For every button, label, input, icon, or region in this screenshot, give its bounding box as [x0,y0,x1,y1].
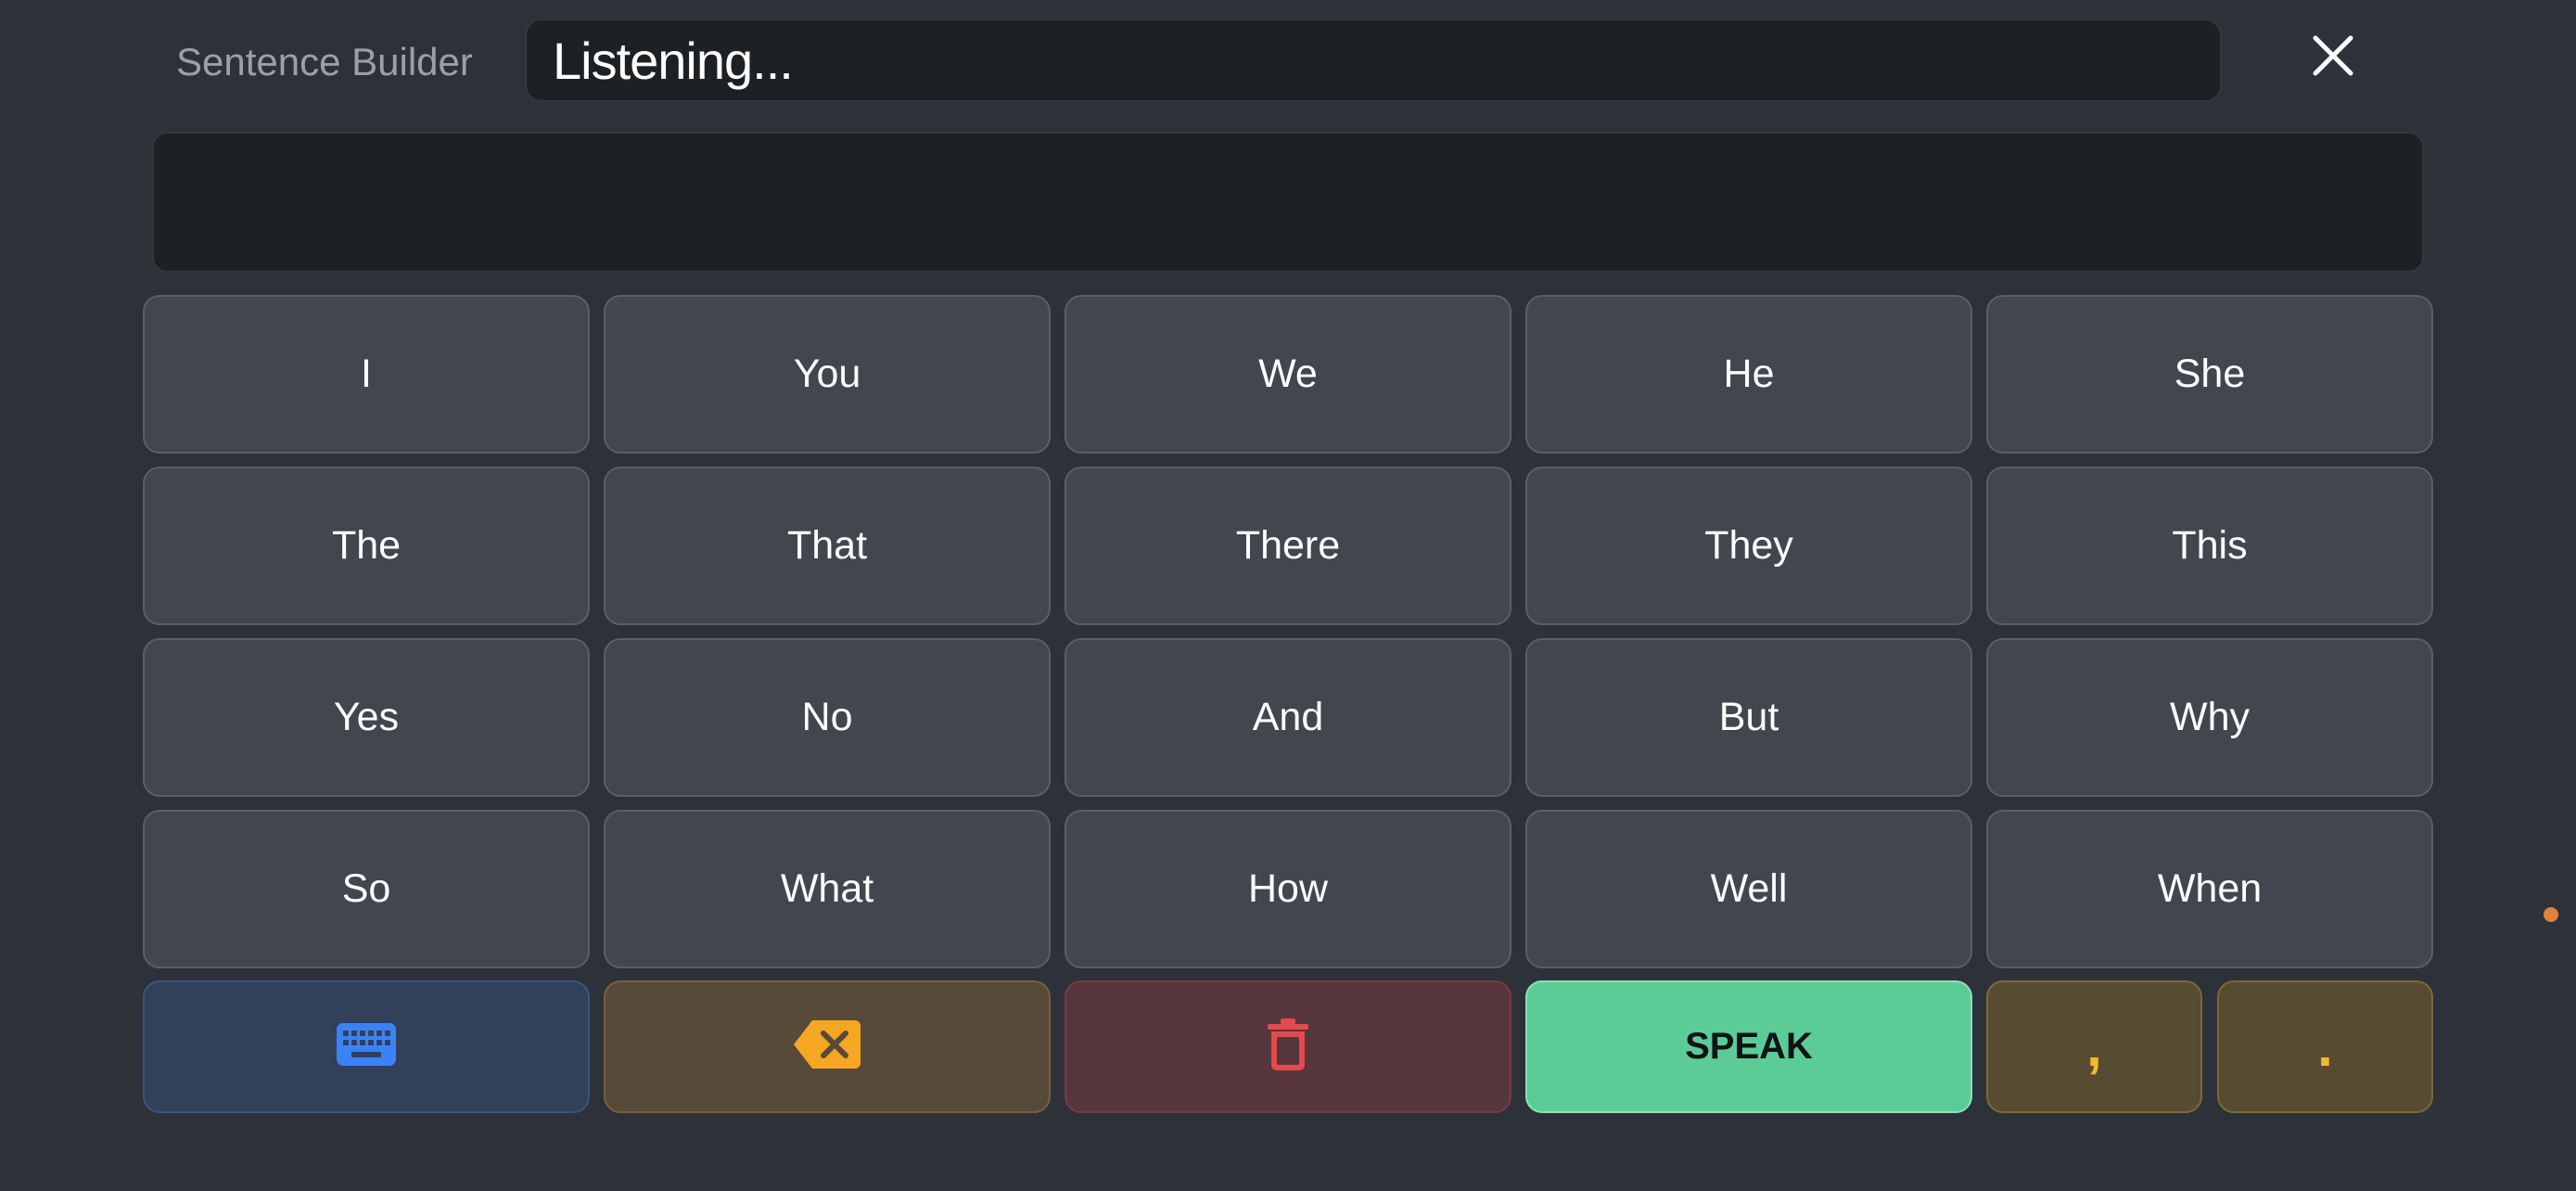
word-button[interactable]: I [143,295,590,454]
word-button[interactable]: You [604,295,1051,454]
edge-indicator-dot [2544,907,2558,922]
word-button[interactable]: Well [1525,810,1972,968]
keyboard-button[interactable] [143,980,590,1113]
trash-icon [1268,1018,1308,1075]
app-title: Sentence Builder [176,40,473,83]
word-button[interactable]: They [1525,467,1972,625]
comma-button[interactable]: , [1986,980,2202,1113]
word-button[interactable]: But [1525,638,1972,797]
word-button[interactable]: How [1065,810,1511,968]
word-button[interactable]: So [143,810,590,968]
word-button[interactable]: This [1986,467,2433,625]
close-icon [2311,33,2355,83]
sentence-display [152,132,2424,273]
close-button[interactable] [2303,28,2363,87]
word-button[interactable]: Yes [143,638,590,797]
word-button[interactable]: And [1065,638,1511,797]
status-bar: Listening... [525,19,2222,102]
keyboard-icon [337,1023,396,1070]
backspace-icon [792,1018,862,1075]
word-button[interactable]: No [604,638,1051,797]
word-button[interactable]: She [1986,295,2433,454]
word-button[interactable]: We [1065,295,1511,454]
backspace-button[interactable] [604,980,1051,1113]
period-button[interactable]: . [2217,980,2433,1113]
speak-button[interactable]: SPEAK [1525,980,1972,1113]
word-button[interactable]: What [604,810,1051,968]
word-button[interactable]: The [143,467,590,625]
word-button[interactable]: When [1986,810,2433,968]
status-text: Listening... [553,31,794,90]
clear-button[interactable] [1065,980,1511,1113]
word-button[interactable]: Why [1986,638,2433,797]
word-button[interactable]: That [604,467,1051,625]
word-button[interactable]: There [1065,467,1511,625]
word-button[interactable]: He [1525,295,1972,454]
